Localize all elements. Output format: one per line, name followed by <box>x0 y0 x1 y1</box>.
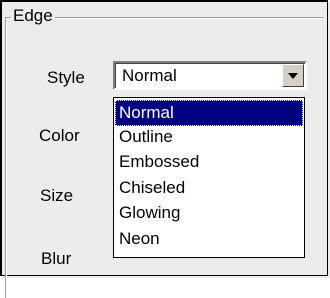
style-label: Style <box>47 68 85 87</box>
groupbox-title: Edge <box>11 6 55 26</box>
style-combobox-value: Normal <box>122 66 177 85</box>
style-combobox[interactable]: Normal <box>113 61 307 90</box>
style-dropdown-list[interactable]: Normal Outline Embossed Chiseled Glowing… <box>113 97 305 258</box>
dropdown-option-glowing[interactable]: Glowing <box>115 200 303 226</box>
dropdown-option-outline[interactable]: Outline <box>115 124 303 150</box>
dropdown-option-normal[interactable]: Normal <box>115 100 303 126</box>
color-label: Color <box>39 126 80 145</box>
dropdown-option-embossed[interactable]: Embossed <box>115 149 303 175</box>
chevron-down-icon <box>288 73 298 79</box>
blur-label: Blur <box>41 249 72 268</box>
dropdown-button[interactable] <box>282 64 304 87</box>
dropdown-option-neon[interactable]: Neon <box>115 226 303 252</box>
size-label: Size <box>40 186 74 205</box>
dropdown-option-chiseled[interactable]: Chiseled <box>115 175 303 201</box>
